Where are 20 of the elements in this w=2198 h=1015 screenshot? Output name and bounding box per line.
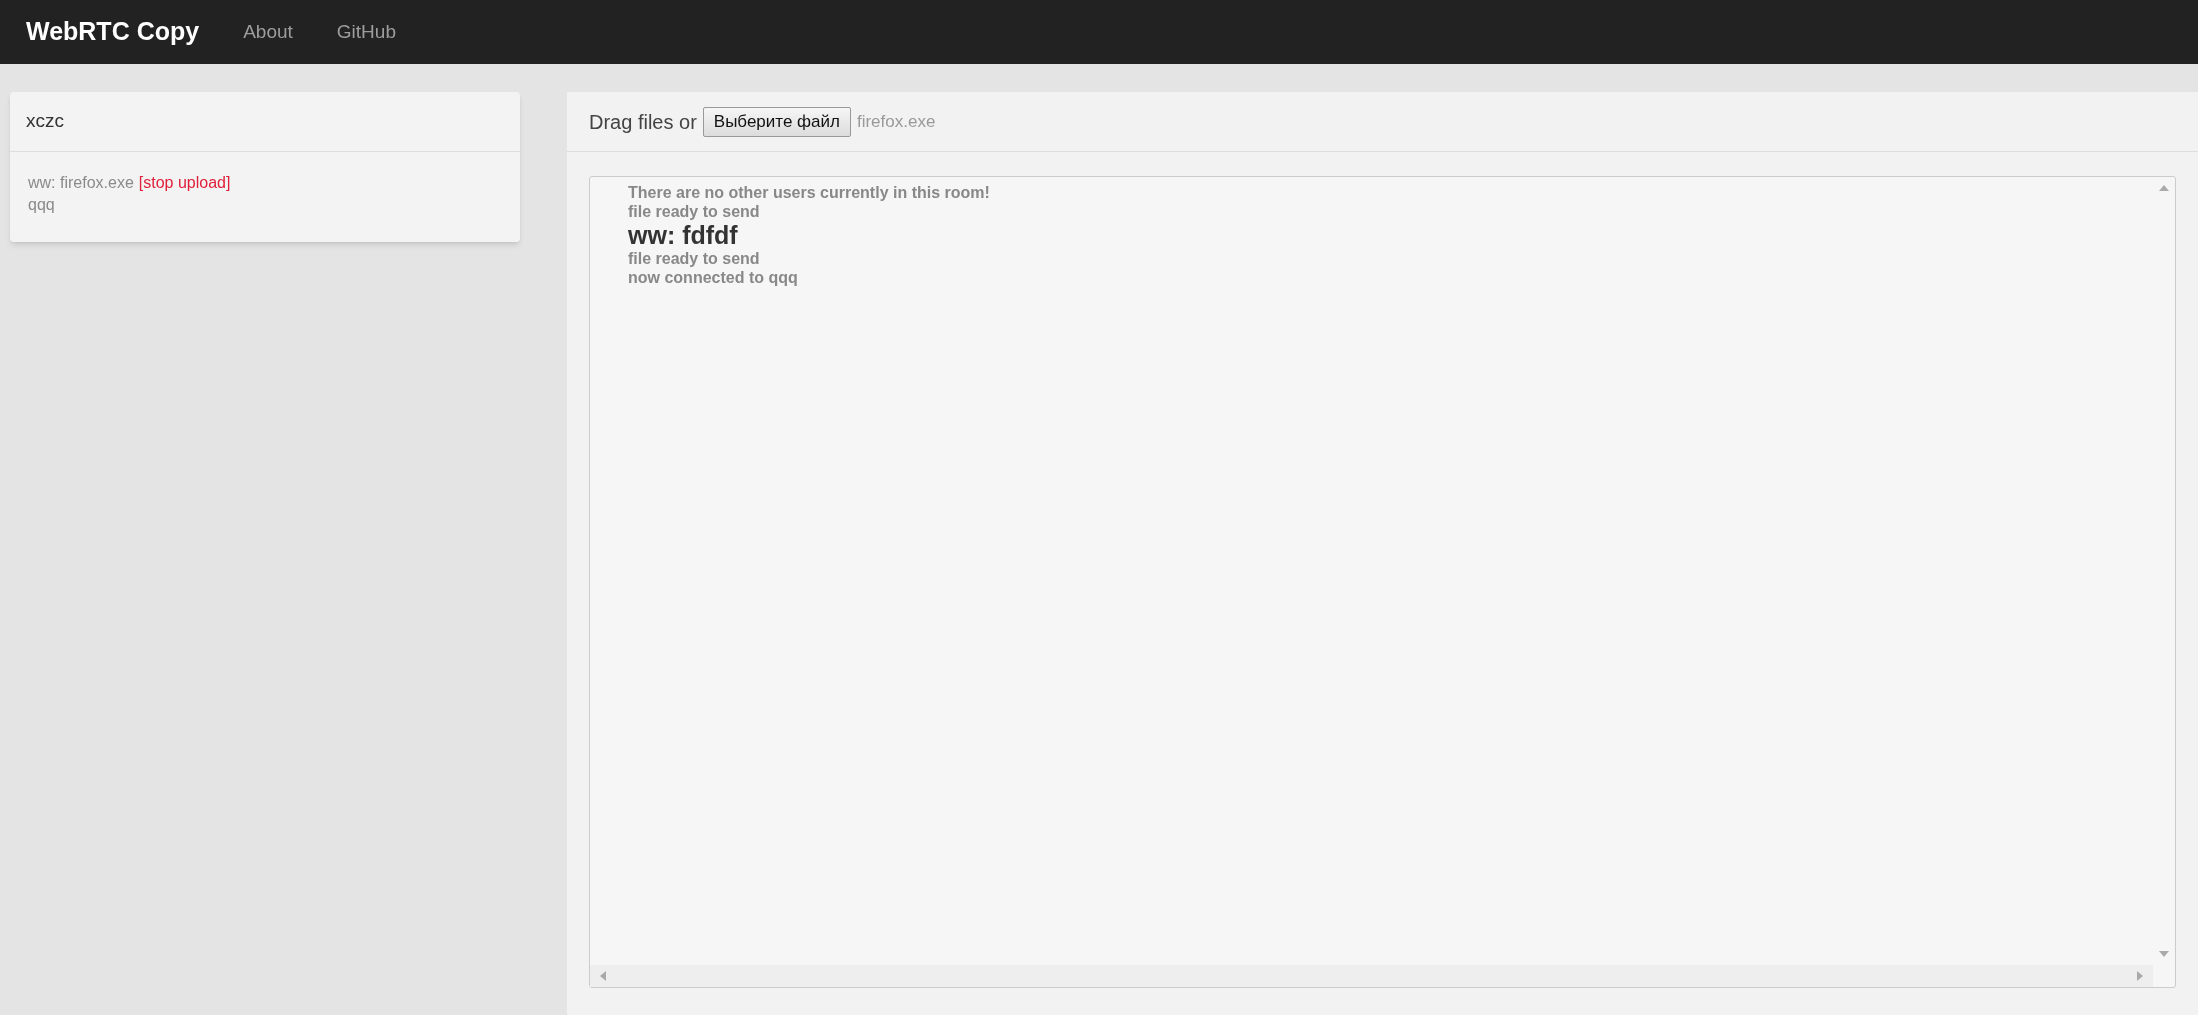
status-message: file ready to send — [628, 249, 761, 268]
scroll-right-icon[interactable] — [2137, 971, 2143, 981]
horizontal-scrollbar[interactable] — [590, 965, 2153, 987]
status-message: file ready to send — [628, 202, 761, 221]
scroll-down-icon[interactable] — [2159, 951, 2169, 957]
user-entry: qqq — [28, 195, 56, 215]
status-message: There are no other users currently in this room! — [628, 183, 991, 202]
status-message: now connected to qqq — [628, 268, 799, 287]
drag-prompt: Drag files or — [589, 109, 697, 135]
chat-message: ww: fdfdf — [628, 221, 739, 249]
nav-link[interactable]: GitHub — [336, 17, 396, 47]
stop-upload-link[interactable]: [stop upload] — [138, 172, 231, 194]
upload-entry: ww: firefox.exe — [28, 173, 134, 193]
scroll-left-icon[interactable] — [600, 971, 606, 981]
file-name: firefox.exe — [856, 110, 936, 133]
room-title: xczc — [10, 92, 520, 152]
brand-link[interactable]: WebRTC Copy — [26, 13, 200, 51]
nav-link[interactable]: About — [243, 17, 293, 47]
scroll-up-icon[interactable] — [2159, 185, 2169, 191]
choose-file-button[interactable]: Выберите файл — [702, 106, 851, 137]
